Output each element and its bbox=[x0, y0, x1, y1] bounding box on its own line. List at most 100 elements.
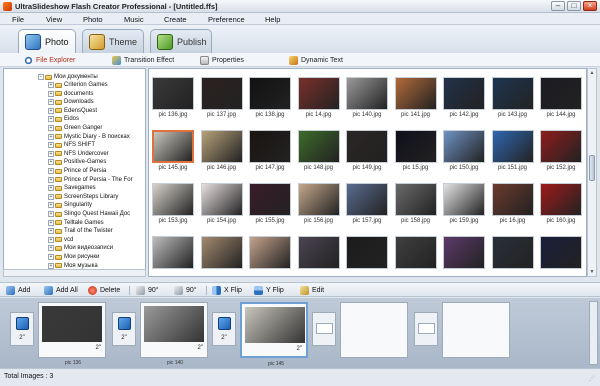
photo-thumbnail[interactable]: pic 154.jpg bbox=[200, 181, 244, 227]
tab-publish[interactable]: Publish bbox=[150, 29, 212, 53]
subtab-dynamic-text[interactable]: Dynamic Text bbox=[289, 54, 343, 66]
photo-thumbnail[interactable]: pic 160.jpg bbox=[539, 181, 583, 227]
tree-horizontal-scrollbar[interactable] bbox=[3, 269, 146, 277]
expand-icon[interactable]: + bbox=[48, 245, 54, 252]
slide-slot[interactable]: 2" pic 136 bbox=[38, 302, 106, 366]
tree-item[interactable]: + Singularity bbox=[48, 201, 92, 209]
expand-icon[interactable]: + bbox=[48, 116, 54, 123]
photo-thumbnail[interactable]: pic 16.jpg bbox=[491, 181, 535, 227]
photo-thumbnail[interactable]: pic 146.jpg bbox=[200, 128, 244, 174]
photo-thumbnail[interactable]: pic 14.jpg bbox=[297, 75, 341, 121]
maximize-button[interactable]: □ bbox=[567, 1, 581, 11]
expand-icon[interactable]: + bbox=[48, 193, 54, 200]
photo-thumbnail[interactable]: pic 143.jpg bbox=[491, 75, 535, 121]
tree-item[interactable]: + vcd bbox=[48, 236, 73, 244]
photo-thumbnail[interactable] bbox=[200, 234, 244, 276]
photo-thumbnail[interactable]: pic 15.jpg bbox=[394, 128, 438, 174]
rotate-left-button[interactable]: 90° bbox=[136, 285, 159, 296]
tree-item[interactable]: + Eidos bbox=[48, 115, 79, 123]
transition-slot[interactable]: 2" bbox=[112, 312, 136, 346]
menu-help[interactable]: Help bbox=[265, 15, 280, 24]
scroll-down-icon[interactable]: ▼ bbox=[588, 268, 596, 276]
photo-thumbnail[interactable]: pic 137.jpg bbox=[200, 75, 244, 121]
tree-item[interactable]: + ScreenSteps Library bbox=[48, 193, 118, 201]
tree-item[interactable]: + Savegames bbox=[48, 184, 96, 192]
expand-icon[interactable]: + bbox=[48, 228, 54, 235]
photo-thumbnail[interactable]: pic 136.jpg bbox=[151, 75, 195, 121]
photo-thumbnail[interactable]: pic 149.jpg bbox=[345, 128, 389, 174]
slide-slot-selected[interactable]: 2" pic 145 bbox=[240, 302, 308, 367]
photo-thumbnail[interactable]: pic 148.jpg bbox=[297, 128, 341, 174]
subtab-file-explorer[interactable]: File Explorer bbox=[24, 54, 75, 66]
tree-item[interactable]: + Prince of Persia - The For bbox=[48, 176, 133, 184]
tab-photo[interactable]: Photo bbox=[18, 29, 76, 53]
photo-thumbnail[interactable]: pic 158.jpg bbox=[394, 181, 438, 227]
photo-thumbnail[interactable]: pic 153.jpg bbox=[151, 181, 195, 227]
expand-icon[interactable]: + bbox=[48, 142, 54, 149]
tree-item[interactable]: + Mystic Diary - В поисках bbox=[48, 133, 130, 141]
photo-thumbnail[interactable] bbox=[345, 234, 389, 276]
menu-music[interactable]: Music bbox=[124, 15, 144, 24]
tree-item[interactable]: + documents bbox=[48, 90, 93, 98]
collapse-icon[interactable]: − bbox=[38, 74, 44, 80]
tree-item[interactable]: + Мои видеозаписи bbox=[48, 244, 113, 252]
expand-icon[interactable]: + bbox=[48, 219, 54, 226]
scroll-thumb[interactable] bbox=[589, 155, 595, 181]
tree-item[interactable]: + Trail of the Twister bbox=[48, 227, 113, 235]
x-flip-button[interactable]: X Flip bbox=[212, 285, 242, 296]
expand-icon[interactable]: + bbox=[48, 133, 54, 140]
expand-icon[interactable]: + bbox=[48, 211, 54, 217]
photo-thumbnail[interactable]: pic 152.jpg bbox=[539, 128, 583, 174]
tree-item[interactable]: + Downloads bbox=[48, 98, 94, 106]
expand-icon[interactable]: + bbox=[48, 150, 54, 157]
menu-view[interactable]: View bbox=[46, 15, 62, 24]
slide-slot[interactable]: 2" pic 140 bbox=[140, 302, 208, 366]
expand-icon[interactable]: + bbox=[48, 99, 54, 106]
menu-photo[interactable]: Photo bbox=[83, 15, 103, 24]
edit-button[interactable]: Edit bbox=[300, 285, 324, 296]
tree-item[interactable]: + EdensQuest bbox=[48, 107, 97, 115]
expand-icon[interactable]: + bbox=[48, 262, 54, 269]
menu-preference[interactable]: Preference bbox=[208, 15, 245, 24]
expand-icon[interactable]: + bbox=[48, 159, 54, 166]
tree-item[interactable]: + Telltale Games bbox=[48, 219, 104, 227]
expand-icon[interactable]: + bbox=[48, 82, 54, 88]
subtab-transition-effect[interactable]: Transition Effect bbox=[112, 54, 174, 66]
transition-slot[interactable]: 2" bbox=[212, 312, 236, 346]
photo-thumbnail[interactable]: pic 156.jpg bbox=[297, 181, 341, 227]
photo-thumbnail[interactable]: pic 157.jpg bbox=[345, 181, 389, 227]
photo-thumbnail[interactable]: pic 147.jpg bbox=[248, 128, 292, 174]
expand-icon[interactable]: + bbox=[48, 125, 54, 131]
add-button[interactable]: Add bbox=[6, 285, 30, 296]
tree-item[interactable]: + Positive-Games bbox=[48, 158, 106, 166]
photo-thumbnail[interactable] bbox=[151, 234, 195, 276]
photo-thumbnail[interactable] bbox=[539, 234, 583, 276]
folder-tree[interactable]: − Мои документы + Criterion Games + documen… bbox=[3, 68, 146, 277]
transition-slot[interactable]: 2" bbox=[10, 312, 34, 346]
tree-root[interactable]: − Мои документы bbox=[38, 73, 98, 81]
storyboard-scrollbar[interactable] bbox=[589, 301, 598, 365]
minimize-button[interactable]: – bbox=[551, 1, 565, 11]
rotate-right-button[interactable]: 90° bbox=[174, 285, 197, 296]
resize-grip-icon[interactable]: ⋰ bbox=[589, 375, 597, 383]
menu-create[interactable]: Create bbox=[164, 15, 187, 24]
photo-thumbnail[interactable]: pic 140.jpg bbox=[345, 75, 389, 121]
empty-transition-slot[interactable] bbox=[312, 312, 336, 346]
photo-thumbnail[interactable] bbox=[248, 234, 292, 276]
photo-thumbnail[interactable]: pic 155.jpg bbox=[248, 181, 292, 227]
photo-thumbnail[interactable]: pic 138.jpg bbox=[248, 75, 292, 121]
photo-thumbnail[interactable]: pic 151.jpg bbox=[491, 128, 535, 174]
expand-icon[interactable]: + bbox=[48, 168, 54, 174]
empty-slide-slot[interactable] bbox=[442, 302, 510, 358]
photo-thumbnail[interactable] bbox=[491, 234, 535, 276]
photo-thumbnail[interactable] bbox=[394, 234, 438, 276]
subtab-properties[interactable]: Properties bbox=[200, 54, 244, 66]
tree-item[interactable]: + Slingo Quest Hawaii Доc bbox=[48, 210, 130, 218]
photo-thumbnail[interactable]: pic 142.jpg bbox=[442, 75, 486, 121]
expand-icon[interactable]: + bbox=[48, 107, 54, 114]
expand-icon[interactable]: + bbox=[48, 202, 54, 209]
photo-thumbnail[interactable] bbox=[297, 234, 341, 276]
tree-item[interactable]: + Green Ganger bbox=[48, 124, 102, 132]
expand-icon[interactable]: + bbox=[48, 254, 54, 260]
photo-thumbnail[interactable] bbox=[442, 234, 486, 276]
